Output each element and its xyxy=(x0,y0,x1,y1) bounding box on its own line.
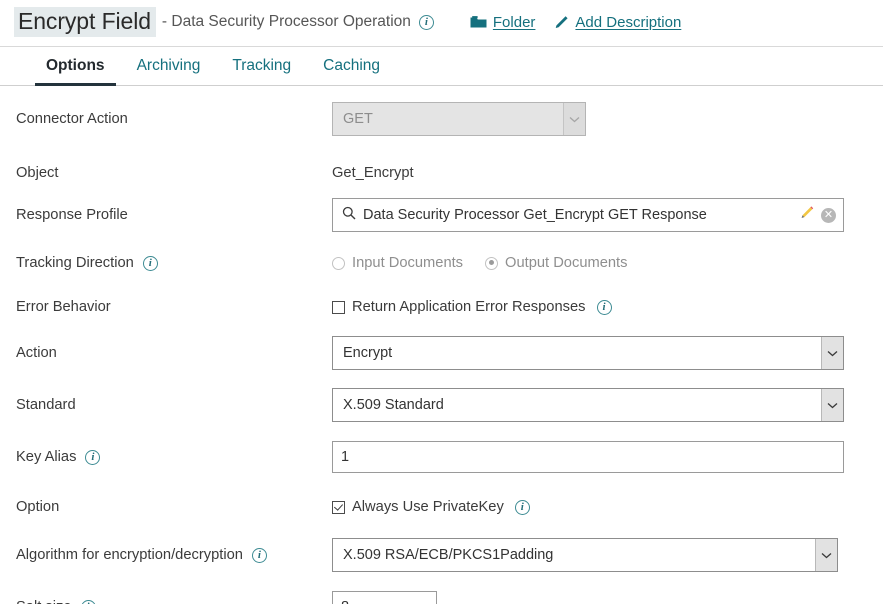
salt-size-label-wrap: Salt size i xyxy=(16,599,332,604)
folder-link[interactable]: Folder xyxy=(470,14,536,31)
tracking-direction-label: Tracking Direction xyxy=(16,255,134,271)
action-select[interactable]: Encrypt xyxy=(332,336,844,370)
add-description-label: Add Description xyxy=(575,14,681,31)
info-icon[interactable]: i xyxy=(515,500,530,515)
add-description-link[interactable]: Add Description xyxy=(553,14,681,31)
radio-icon-selected xyxy=(485,257,498,270)
info-icon[interactable]: i xyxy=(143,256,158,271)
salt-size-label: Salt size xyxy=(16,599,72,604)
algorithm-label: Algorithm for encryption/decryption xyxy=(16,547,243,563)
row-tracking-direction: Tracking Direction i Input Documents Out… xyxy=(0,244,883,282)
response-profile-value: Data Security Processor Get_Encrypt GET … xyxy=(363,207,792,223)
object-label-wrap: Object xyxy=(16,165,332,181)
standard-label: Standard xyxy=(16,397,76,413)
tracking-direction-radio-group: Input Documents Output Documents xyxy=(332,255,628,271)
chevron-down-icon xyxy=(563,103,585,135)
row-key-alias: Key Alias i xyxy=(0,438,883,476)
info-icon[interactable]: i xyxy=(81,600,96,604)
pencil-edit-icon[interactable] xyxy=(799,206,814,225)
info-icon[interactable]: i xyxy=(252,548,267,563)
options-form: Connector Action GET Object Get_Encrypt … xyxy=(0,86,883,604)
algorithm-label-wrap: Algorithm for encryption/decryption i xyxy=(16,547,332,563)
action-value: Encrypt xyxy=(333,345,821,361)
info-icon[interactable]: i xyxy=(85,450,100,465)
standard-value: X.509 Standard xyxy=(333,397,821,413)
clear-circle-icon[interactable]: ✕ xyxy=(821,208,836,223)
row-error-behavior: Error Behavior Return Application Error … xyxy=(0,288,883,326)
tab-tracking[interactable]: Tracking xyxy=(216,47,307,85)
page-subtitle: - Data Security Processor Operation xyxy=(162,13,411,31)
algorithm-value: X.509 RSA/ECB/PKCS1Padding xyxy=(333,547,815,563)
folder-link-label: Folder xyxy=(493,14,536,31)
always-use-privatekey-checkbox-item[interactable]: Always Use PrivateKey i xyxy=(332,499,530,515)
response-profile-field[interactable]: Data Security Processor Get_Encrypt GET … xyxy=(332,198,844,232)
row-standard: Standard X.509 Standard xyxy=(0,386,883,424)
salt-size-input[interactable] xyxy=(332,591,437,604)
object-value: Get_Encrypt xyxy=(332,165,414,181)
page-header: Encrypt Field - Data Security Processor … xyxy=(0,0,883,47)
row-salt-size: Salt size i xyxy=(0,588,883,604)
tab-bar: Options Archiving Tracking Caching xyxy=(0,47,883,86)
key-alias-label: Key Alias xyxy=(16,449,76,465)
response-profile-label: Response Profile xyxy=(16,207,128,223)
standard-select[interactable]: X.509 Standard xyxy=(332,388,844,422)
chevron-down-icon xyxy=(815,539,837,571)
chevron-down-icon xyxy=(821,389,843,421)
connector-action-value: GET xyxy=(333,111,563,127)
row-option: Option Always Use PrivateKey i xyxy=(0,488,883,526)
radio-output-documents-label: Output Documents xyxy=(505,255,627,271)
checkbox-icon-checked xyxy=(332,501,345,514)
connector-action-label: Connector Action xyxy=(16,111,128,127)
checkbox-icon xyxy=(332,301,345,314)
tab-archiving[interactable]: Archiving xyxy=(121,47,217,85)
pencil-icon xyxy=(553,15,569,30)
always-use-privatekey-label: Always Use PrivateKey xyxy=(352,499,504,515)
option-label: Option xyxy=(16,499,59,515)
row-object: Object Get_Encrypt xyxy=(0,154,883,192)
connector-action-label-wrap: Connector Action xyxy=(16,111,332,127)
key-alias-label-wrap: Key Alias i xyxy=(16,449,332,465)
algorithm-select[interactable]: X.509 RSA/ECB/PKCS1Padding xyxy=(332,538,838,572)
error-behavior-label: Error Behavior xyxy=(16,299,111,315)
key-alias-input[interactable] xyxy=(332,441,844,473)
return-application-error-responses-label: Return Application Error Responses xyxy=(352,299,586,315)
option-label-wrap: Option xyxy=(16,499,332,515)
radio-output-documents[interactable]: Output Documents xyxy=(485,255,627,271)
object-label: Object xyxy=(16,165,58,181)
tab-options[interactable]: Options xyxy=(30,47,121,85)
return-application-error-responses-checkbox-item[interactable]: Return Application Error Responses i xyxy=(332,299,612,315)
tab-caching[interactable]: Caching xyxy=(307,47,396,85)
header-links: Folder Add Description xyxy=(470,14,681,31)
standard-label-wrap: Standard xyxy=(16,397,332,413)
chevron-down-icon xyxy=(821,337,843,369)
row-connector-action: Connector Action GET xyxy=(0,100,883,138)
radio-input-documents-label: Input Documents xyxy=(352,255,463,271)
search-icon xyxy=(342,206,356,225)
row-algorithm: Algorithm for encryption/decryption i X.… xyxy=(0,536,883,574)
radio-icon xyxy=(332,257,345,270)
row-action: Action Encrypt xyxy=(0,334,883,372)
radio-input-documents[interactable]: Input Documents xyxy=(332,255,463,271)
page-title: Encrypt Field xyxy=(14,7,156,37)
response-profile-label-wrap: Response Profile xyxy=(16,207,332,223)
tracking-direction-label-wrap: Tracking Direction i xyxy=(16,255,332,271)
row-response-profile: Response Profile Data Security Processor… xyxy=(0,196,883,234)
folder-icon xyxy=(470,15,487,29)
info-icon[interactable]: i xyxy=(597,300,612,315)
action-label: Action xyxy=(16,345,57,361)
action-label-wrap: Action xyxy=(16,345,332,361)
connector-action-select[interactable]: GET xyxy=(332,102,586,136)
info-icon[interactable]: i xyxy=(419,15,434,30)
error-behavior-label-wrap: Error Behavior xyxy=(16,299,332,315)
